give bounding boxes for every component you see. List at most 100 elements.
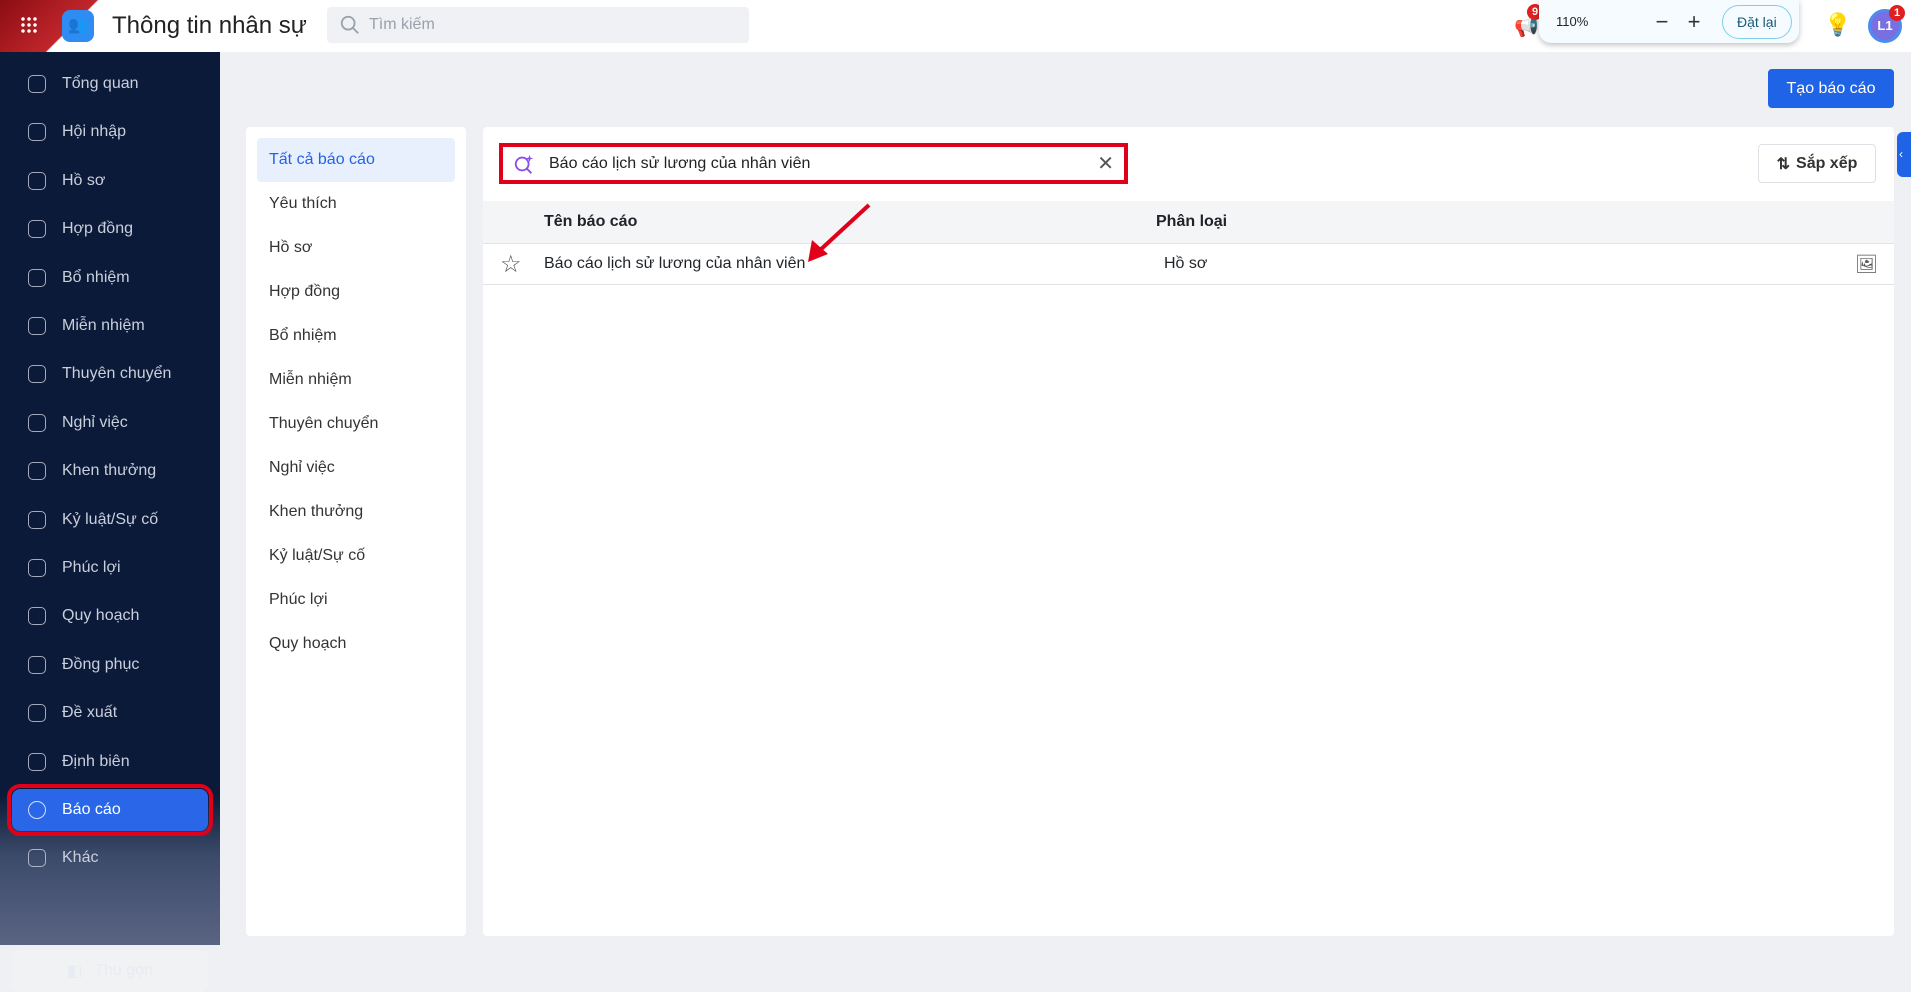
nav-icon — [28, 510, 46, 529]
report-name[interactable]: Báo cáo lịch sử lương của nhân viên — [544, 244, 805, 284]
global-search-input[interactable]: Tìm kiếm — [327, 7, 749, 43]
report-search-value: Báo cáo lịch sử lương của nhân viên — [549, 154, 811, 172]
nav-icon — [28, 559, 46, 577]
search-placeholder: Tìm kiếm — [369, 16, 435, 33]
sidebar-item-label: Phúc lợi — [62, 559, 121, 576]
zoom-popup: 110% − + Đặt lại — [1539, 0, 1799, 43]
apps-grid-icon[interactable] — [20, 16, 38, 34]
category-item[interactable]: Thuyên chuyển — [257, 402, 455, 446]
nav-icon — [28, 462, 46, 481]
search-icon — [340, 15, 359, 34]
preview-image-icon[interactable]: 🖼 — [1855, 244, 1878, 284]
sidebar-item-label: Đề xuất — [62, 704, 118, 722]
nav-icon — [28, 268, 46, 287]
zoom-in-button[interactable]: + — [1678, 9, 1710, 35]
nav-icon — [28, 220, 46, 239]
app-logo-icon: 👥 — [62, 10, 94, 42]
report-category: Hồ sơ — [1164, 255, 1208, 272]
nav-icon — [28, 752, 46, 771]
sidebar-item-7[interactable]: Nghỉ việc — [12, 402, 208, 444]
sidebar-item-2[interactable]: Hồ sơ — [12, 160, 208, 202]
sidebar-item-label: Thuyên chuyển — [62, 365, 172, 383]
sidebar-item-label: Khác — [62, 849, 99, 867]
report-search-input[interactable]: Báo cáo lịch sử lương của nhân viên ✕ — [499, 143, 1128, 184]
sort-button[interactable]: ⇅ Sắp xếp — [1758, 144, 1876, 183]
create-report-button[interactable]: Tạo báo cáo — [1768, 69, 1894, 108]
clear-search-icon[interactable]: ✕ — [1097, 151, 1114, 176]
sidebar-item-label: Khen thưởng — [62, 462, 157, 480]
sidebar-item-6[interactable]: Thuyên chuyển — [12, 353, 208, 395]
sidebar-item-16[interactable]: Khác — [12, 837, 208, 879]
sidebar-item-4[interactable]: Bổ nhiệm — [12, 257, 208, 299]
nav-icon — [28, 171, 46, 190]
sidebar-item-0[interactable]: Tổng quan — [12, 63, 208, 105]
sidebar-item-label: Hội nhập — [62, 123, 127, 141]
sidebar-item-label: Nghỉ việc — [62, 413, 128, 431]
sidebar-item-label: Quy hoạch — [62, 607, 140, 625]
category-item[interactable]: Tất cả báo cáo — [257, 138, 455, 182]
sidebar-item-1[interactable]: Hội nhập — [12, 111, 208, 153]
avatar-badge: 1 — [1889, 5, 1905, 21]
collapse-label: Thu gọn — [94, 962, 153, 979]
category-item[interactable]: Bổ nhiệm — [257, 314, 455, 358]
zoom-reset-button[interactable]: Đặt lại — [1722, 4, 1792, 39]
nav-icon — [28, 123, 46, 142]
category-item[interactable]: Quy hoạch — [257, 622, 455, 666]
side-panel-toggle[interactable]: ‹ — [1897, 132, 1911, 177]
sidebar-item-label: Hợp đồng — [62, 220, 133, 238]
zoom-out-button[interactable]: − — [1646, 9, 1678, 35]
sidebar-item-14[interactable]: Định biên — [12, 741, 208, 783]
sidebar-item-3[interactable]: Hợp đồng — [12, 208, 208, 250]
sort-icon: ⇅ — [1776, 155, 1791, 173]
ideas-icon[interactable]: 💡 — [1824, 12, 1851, 38]
zoom-level: 110% — [1556, 14, 1589, 29]
sidebar-item-12[interactable]: Đồng phục — [12, 644, 208, 686]
sidebar-item-label: Miễn nhiệm — [62, 317, 145, 334]
category-item[interactable]: Kỷ luật/Sự cố — [257, 534, 455, 578]
column-report-name[interactable]: Tên báo cáo — [544, 201, 637, 243]
sidebar: Tổng quan Hội nhập Hồ sơ Hợp đồng Bổ nhiệm Mi… — [0, 52, 220, 992]
sidebar-item-9[interactable]: Kỷ luật/Sự cố — [12, 499, 208, 541]
sidebar-item-label: Báo cáo — [62, 801, 121, 818]
sidebar-item-label: Định biên — [62, 752, 130, 770]
column-category[interactable]: Phân loại — [1156, 201, 1227, 243]
nav-icon — [28, 801, 46, 819]
sidebar-item-label: Hồ sơ — [62, 171, 106, 189]
ai-search-icon — [514, 154, 534, 174]
nav-icon — [28, 704, 46, 723]
nav-icon — [28, 317, 46, 335]
category-item[interactable]: Yêu thích — [257, 182, 455, 226]
category-item[interactable]: Hồ sơ — [257, 226, 455, 270]
sidebar-item-label: Tổng quan — [62, 75, 139, 92]
sidebar-item-label: Kỷ luật/Sự cố — [62, 510, 159, 528]
sidebar-item-15[interactable]: Báo cáo — [7, 784, 213, 836]
nav-icon — [28, 365, 46, 384]
sidebar-item-8[interactable]: Khen thưởng — [12, 450, 208, 492]
category-item[interactable]: Miễn nhiệm — [257, 358, 455, 402]
category-item[interactable]: Nghỉ việc — [257, 446, 455, 490]
category-panel: Tất cả báo cáo Yêu thích Hồ sơ Hợp đồng Bổ n… — [246, 127, 466, 936]
sort-label: Sắp xếp — [1796, 154, 1858, 172]
nav-icon — [28, 75, 46, 93]
collapse-sidebar-button[interactable]: ◧ Thu gọn — [12, 950, 208, 992]
app-title: Thông tin nhân sự — [112, 12, 307, 39]
report-list-panel: Báo cáo lịch sử lương của nhân viên ✕ ⇅ … — [483, 127, 1894, 936]
sidebar-item-10[interactable]: Phúc lợi — [12, 547, 208, 589]
category-item[interactable]: Phúc lợi — [257, 578, 455, 622]
nav-icon — [28, 413, 46, 432]
sidebar-item-13[interactable]: Đề xuất — [12, 692, 208, 734]
category-item[interactable]: Hợp đồng — [257, 270, 455, 314]
nav-icon — [28, 849, 46, 868]
sidebar-item-label: Đồng phục — [62, 655, 140, 673]
top-header: 👥 Thông tin nhân sự Tìm kiếm 📢 9 110% − … — [0, 0, 1911, 52]
star-icon[interactable]: ☆ — [500, 244, 522, 284]
table-header: Tên báo cáo Phân loại — [483, 201, 1894, 244]
nav-icon — [28, 607, 46, 626]
category-item[interactable]: Khen thưởng — [257, 490, 455, 534]
sidebar-item-11[interactable]: Quy hoạch — [12, 595, 208, 637]
nav-icon — [28, 655, 46, 674]
sidebar-item-5[interactable]: Miễn nhiệm — [12, 305, 208, 347]
collapse-icon: ◧ — [67, 963, 83, 980]
sidebar-item-label: Bổ nhiệm — [62, 268, 130, 286]
table-row[interactable]: ☆ Báo cáo lịch sử lương của nhân viên Hồ… — [483, 244, 1894, 285]
